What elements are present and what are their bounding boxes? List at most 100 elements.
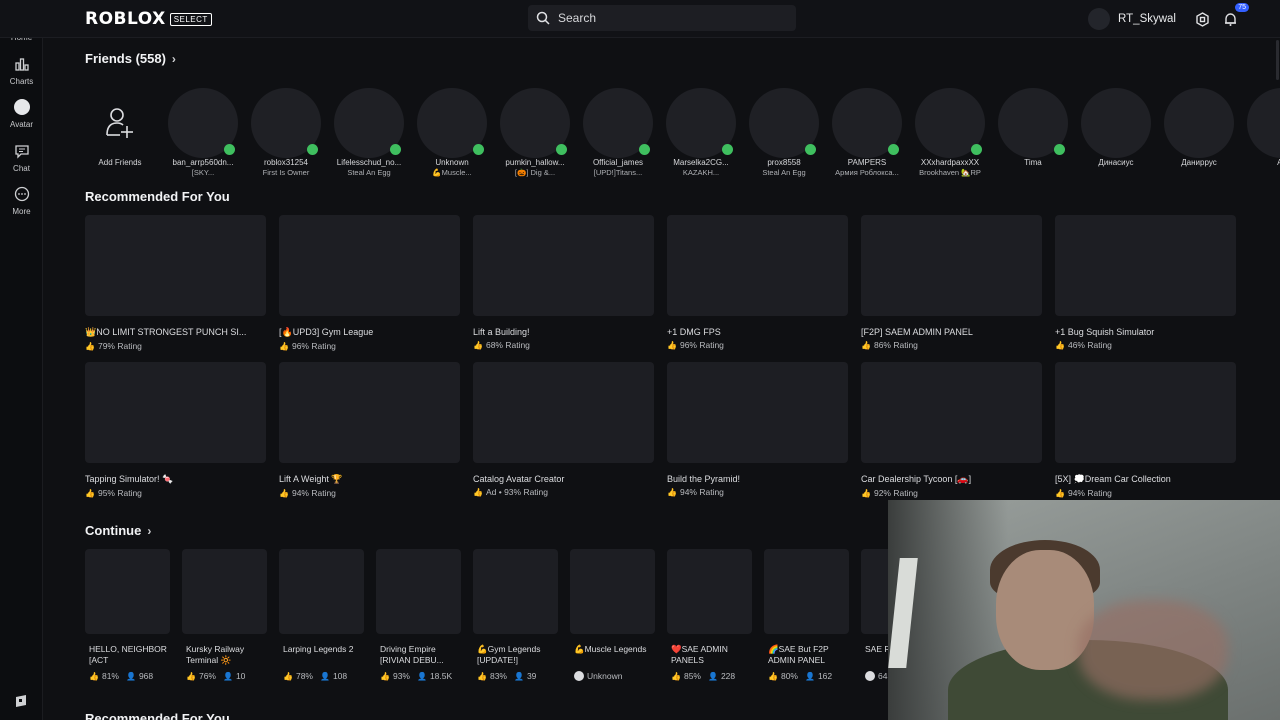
- game-card[interactable]: [F2P] SAEM ADMIN PANEL 👍 86% Rating: [861, 215, 1042, 350]
- friend-item[interactable]: Unknown 💪Muscle...: [410, 88, 494, 178]
- friend-name: An: [1277, 158, 1280, 167]
- game-rating: 95% Rating: [97, 488, 142, 498]
- game-card[interactable]: Car Dealership Tycoon [🚗] 👍 92% Rating: [861, 362, 1042, 498]
- game-card[interactable]: Lift a Building! 👍 68% Rating: [473, 215, 654, 350]
- player-count: 228: [720, 671, 736, 681]
- continue-game-card[interactable]: Kursky Railway Terminal 🔆 👍 76% 👤 10: [182, 549, 267, 681]
- friend-name: Official_james: [592, 158, 644, 167]
- page-scrollbar[interactable]: [1276, 40, 1279, 80]
- notification-count: 75: [1235, 3, 1249, 12]
- chevron-right-icon: ›: [171, 51, 176, 66]
- game-card[interactable]: +1 Bug Squish Simulator 👍 46% Rating: [1055, 215, 1236, 350]
- game-card[interactable]: +1 DMG FPS 👍 96% Rating: [667, 215, 848, 350]
- friend-item[interactable]: Даниррус: [1157, 88, 1241, 168]
- friend-name: Marselka2CG...: [673, 158, 729, 167]
- continue-header[interactable]: Continue ›: [85, 523, 151, 538]
- friend-name: prox8558: [767, 158, 801, 167]
- friend-item[interactable]: Official_james [UPD!]Titans...: [576, 88, 660, 178]
- friend-item[interactable]: prox8558 Steal An Egg: [742, 88, 826, 178]
- continue-game-card[interactable]: Larping Legends 2 👍 78% 👤 108: [279, 549, 364, 681]
- thumbs-up-icon: 👍: [473, 340, 483, 350]
- sidebar-item-chat[interactable]: Chat: [0, 141, 43, 173]
- username[interactable]: RT_Skywal: [1118, 13, 1176, 25]
- game-rating-row: 👍 92% Rating: [861, 488, 1042, 498]
- friends-header[interactable]: Friends (558) ›: [85, 51, 176, 66]
- game-title: 💪Muscle Legends: [574, 644, 647, 654]
- game-thumbnail: [85, 549, 170, 634]
- sidebar-item-more[interactable]: More: [0, 184, 43, 216]
- webcam-overlay: [888, 500, 1280, 720]
- players-icon: 👤: [804, 671, 815, 681]
- sidebar-item-avatar[interactable]: Avatar: [0, 97, 43, 129]
- unknown-status-icon: [574, 671, 584, 681]
- friend-name: Tima: [1024, 158, 1042, 167]
- thumbs-up-icon: 👍: [1055, 488, 1065, 498]
- friend-item[interactable]: Tima: [991, 88, 1075, 168]
- friend-item[interactable]: pumkin_hallow... [🎃] Dig &...: [493, 88, 577, 178]
- game-stats-row: 👍 81% 👤 968: [85, 671, 170, 681]
- friend-item[interactable]: An: [1240, 88, 1280, 168]
- thumbs-up-icon: 👍: [667, 487, 677, 497]
- webcam-person-hand: [1078, 600, 1228, 700]
- friend-item[interactable]: Marselka2CG... KAZAKH...: [659, 88, 743, 178]
- sidebar-item-charts[interactable]: Charts: [0, 54, 43, 86]
- game-card[interactable]: Catalog Avatar Creator 👍 Ad • 93% Rating: [473, 362, 654, 497]
- game-rating: 83%: [489, 671, 507, 681]
- players-icon: 👤: [707, 671, 718, 681]
- thumbs-up-icon: 👍: [186, 671, 196, 681]
- game-card[interactable]: Lift A Weight 🏆 👍 94% Rating: [279, 362, 460, 498]
- recommended-bottom-title: Recommended For You: [85, 711, 230, 720]
- add-user-icon: [106, 108, 133, 138]
- continue-game-card[interactable]: ❤️SAE ADMIN PANELS 👍 85% 👤 228: [667, 549, 752, 681]
- search-input[interactable]: Search: [528, 5, 796, 31]
- online-status-dot: [971, 144, 982, 155]
- continue-game-card[interactable]: 🌈SAE But F2P ADMIN PANEL 👍 80% 👤 162: [764, 549, 849, 681]
- game-card[interactable]: Tapping Simulator! 🍬 👍 95% Rating: [85, 362, 266, 498]
- add-friends-button[interactable]: Add Friends: [85, 88, 162, 168]
- continue-game-card[interactable]: HELLO, NEIGHBOR [ACT 👍 81% 👤 968: [85, 549, 170, 681]
- recommended-bottom-header: Recommended For You: [85, 711, 230, 720]
- recommended-title: Recommended For You: [85, 189, 230, 204]
- game-title: Tapping Simulator! 🍬: [85, 474, 174, 484]
- player-count: 968: [138, 671, 154, 681]
- friend-status: Brookhaven 🏡RP: [919, 168, 981, 177]
- add-friends-label: Add Friends: [98, 158, 142, 167]
- game-thumbnail: [667, 362, 848, 463]
- friend-item[interactable]: PAMPERS Армия Роблокса...: [825, 88, 909, 178]
- game-thumbnail: [182, 549, 267, 634]
- game-thumbnail: [1055, 362, 1236, 463]
- game-card[interactable]: [5X] 💭Dream Car Collection 👍 94% Rating: [1055, 362, 1236, 498]
- game-rating: 79% Rating: [97, 341, 142, 351]
- continue-game-card[interactable]: 💪Gym Legends [UPDATE!] 👍 83% 👤 39: [473, 549, 558, 681]
- friend-item[interactable]: Lifelesschud_no... Steal An Egg: [327, 88, 411, 178]
- friend-item[interactable]: ban_arrp560dn... [SKY...: [161, 88, 245, 178]
- game-rating-row: 👍 79% Rating: [85, 341, 266, 351]
- friend-item[interactable]: Динасиус: [1074, 88, 1158, 168]
- game-card[interactable]: [🔥UPD3] Gym League 👍 96% Rating: [279, 215, 460, 351]
- user-avatar[interactable]: [1088, 8, 1111, 30]
- roblox-logo[interactable]: ROBLOX SELECT: [85, 9, 212, 29]
- continue-game-card[interactable]: Driving Empire [RIVIAN DEBU... 👍 93% 👤 18.5K: [376, 549, 461, 681]
- friend-item[interactable]: roblox31254 First Is Owner: [244, 88, 328, 178]
- game-card[interactable]: Build the Pyramid! 👍 94% Rating: [667, 362, 848, 497]
- game-rating-row: 👍 68% Rating: [473, 340, 654, 350]
- online-status-dot: [888, 144, 899, 155]
- friend-item[interactable]: XXxhardpaxxXX Brookhaven 🏡RP: [908, 88, 992, 178]
- roblox-studio-icon[interactable]: [14, 694, 28, 708]
- thumbs-up-icon: 👍: [283, 671, 293, 681]
- continue-game-card[interactable]: 💪Muscle Legends Unknown: [570, 549, 655, 681]
- game-title: +1 Bug Squish Simulator: [1055, 327, 1155, 337]
- game-thumbnail: [279, 549, 364, 634]
- friend-avatar: [334, 88, 404, 158]
- friend-avatar: [417, 88, 487, 158]
- thumbs-up-icon: 👍: [477, 671, 487, 681]
- robux-icon[interactable]: [1192, 9, 1212, 29]
- notifications-bell-icon[interactable]: 75: [1220, 3, 1249, 29]
- game-title: Kursky Railway Terminal 🔆: [186, 644, 245, 665]
- thumbs-up-icon: 👍: [89, 671, 99, 681]
- friend-avatar: [915, 88, 985, 158]
- game-rating-row: 👍 94% Rating: [279, 488, 460, 498]
- friend-status: 💪Muscle...: [432, 168, 472, 177]
- game-card[interactable]: 👑NO LIMIT STRONGEST PUNCH SI... 👍 79% Rati…: [85, 215, 266, 351]
- game-stats-row: 👍 83% 👤 39: [473, 671, 558, 681]
